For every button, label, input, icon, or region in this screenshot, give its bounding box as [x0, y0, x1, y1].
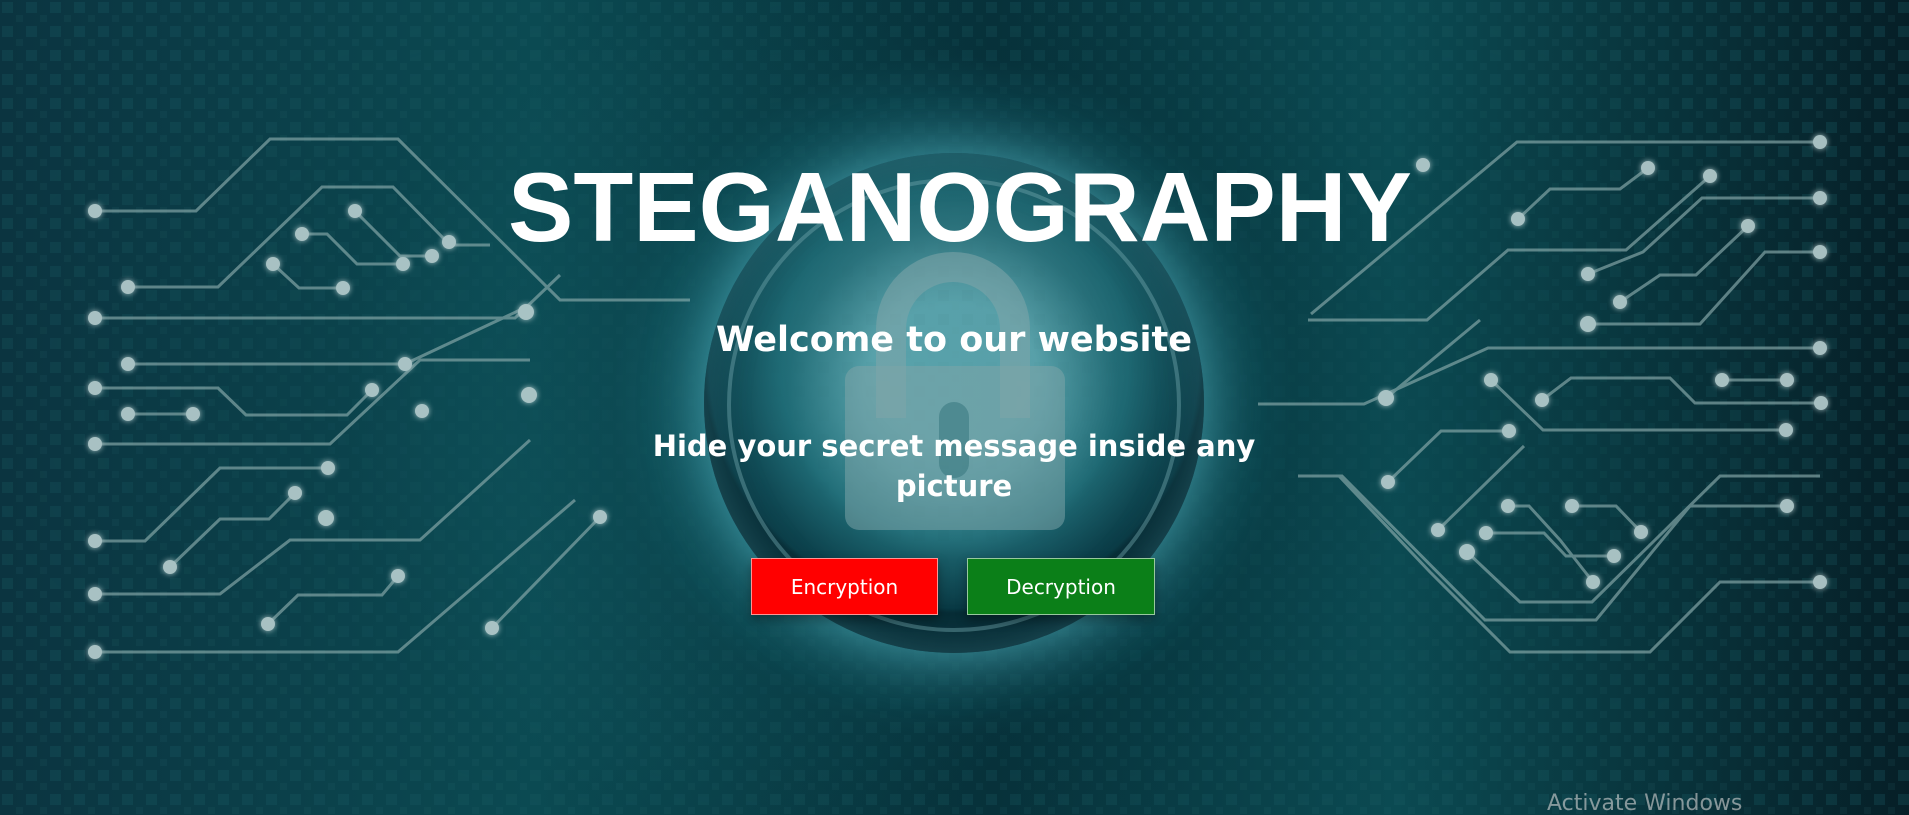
encryption-button[interactable]: Encryption: [751, 558, 938, 615]
decryption-button[interactable]: Decryption: [967, 558, 1155, 615]
welcome-heading: Welcome to our website: [715, 320, 1193, 360]
site-description: Hide your secret message inside any pict…: [652, 429, 1256, 503]
windows-activation-watermark: Activate Windows: [1547, 791, 1743, 815]
steganography-home-screen: STEGANOGRAPHY Welcome to our website Hid…: [0, 0, 1909, 815]
page-title: STEGANOGRAPHY: [508, 152, 1412, 262]
